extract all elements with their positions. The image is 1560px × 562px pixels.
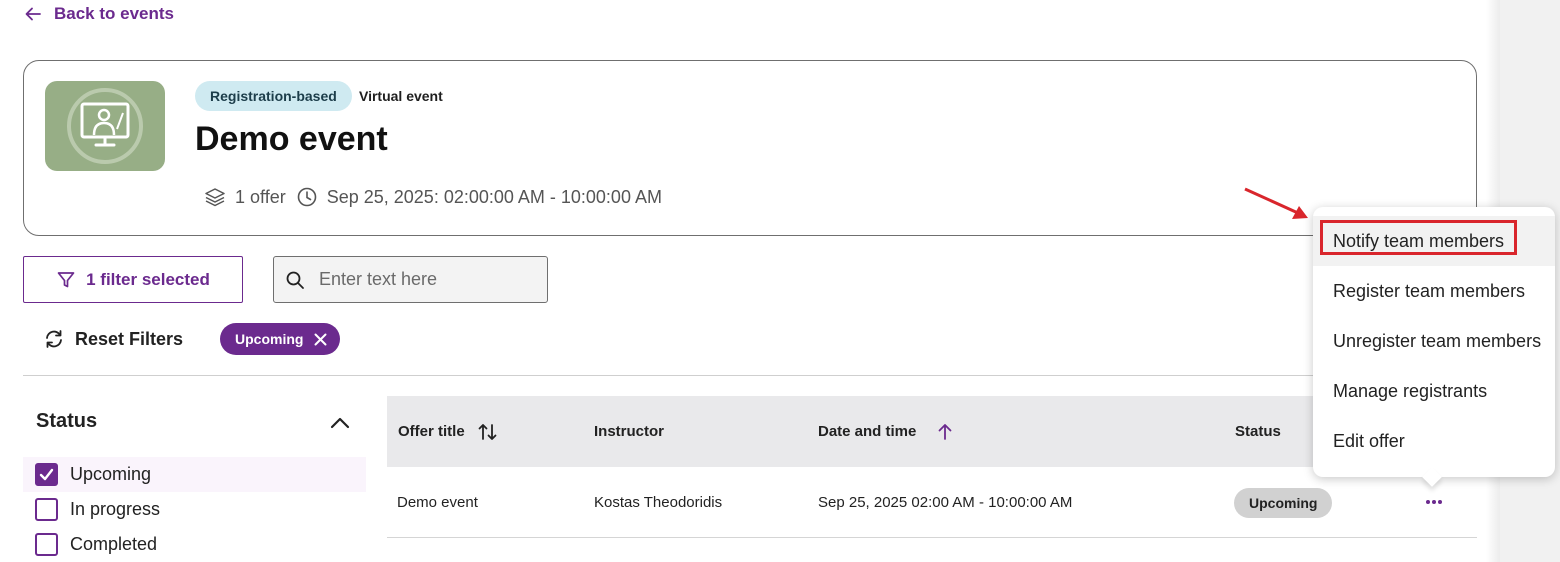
search-icon [286,271,304,289]
status-option-label: Upcoming [70,464,152,484]
status-option-label: Completed [70,534,158,554]
arrow-left-icon [25,7,41,21]
event-datetime: Sep 25, 2025: 02:00:00 AM - 10:00:00 AM [326,187,662,207]
cell-status: Upcoming [1234,467,1333,538]
row-actions-button[interactable] [1420,491,1448,513]
status-filter-heading: Status [36,410,98,432]
status-option-in-progress[interactable]: In progress [23,492,366,527]
menu-item-edit-offer[interactable]: Edit offer [1313,416,1555,466]
checkbox-completed[interactable] [35,533,58,556]
event-format-label: Virtual event [359,88,443,104]
search-box [273,256,548,303]
status-option-upcoming[interactable]: Upcoming [23,457,366,492]
menu-item-unregister-team-members[interactable]: Unregister team members [1313,316,1555,366]
table-row: Demo event Kostas Theodoridis Sep 25, 20… [387,467,1477,538]
checkbox-upcoming[interactable] [35,463,58,486]
column-instructor[interactable]: Instructor [594,396,664,467]
menu-item-manage-registrants[interactable]: Manage registrants [1313,366,1555,416]
search-input[interactable] [319,269,529,290]
status-option-label: In progress [70,499,161,519]
filters-divider [23,375,1477,376]
status-badge: Upcoming [1234,487,1333,518]
status-option-completed[interactable]: Completed [23,527,366,562]
event-title: Demo event [195,120,388,158]
more-horizontal-icon [1426,500,1442,504]
event-meta: 1 offer Sep 25, 2025: 02:00:00 AM - 10:0… [204,185,662,209]
column-date-time[interactable]: Date and time [818,396,956,467]
clock-icon [297,187,317,207]
cell-date-time: Sep 25, 2025 02:00 AM - 10:00:00 AM [818,494,1073,511]
active-filter-chip: Upcoming [220,323,341,355]
column-instructor-label: Instructor [594,423,665,440]
refresh-icon [46,330,62,348]
offer-count: 1 offer [235,187,286,207]
event-thumbnail [45,81,165,171]
filter-button-label: 1 filter selected [86,269,210,289]
back-link-label: Back to events [54,4,174,23]
cell-instructor: Kostas Theodoridis [594,494,723,511]
virtual-classroom-icon [67,88,143,164]
annotation-arrow [1244,187,1308,219]
column-status-label: Status [1235,423,1281,440]
reset-filters-label: Reset Filters [75,329,184,349]
reset-filters-button[interactable]: Reset Filters [43,326,183,352]
column-offer-title[interactable]: Offer title [398,396,499,467]
close-icon[interactable] [313,332,328,347]
menu-item-register-team-members[interactable]: Register team members [1313,266,1555,316]
back-to-events-link[interactable]: Back to events [24,4,174,24]
column-status[interactable]: Status [1235,396,1281,467]
row-actions-menu: Notify team members Register team member… [1313,207,1555,487]
column-offer-title-label: Offer title [398,423,465,440]
check-icon [39,468,54,481]
funnel-icon [57,271,75,287]
arrow-up-icon[interactable] [934,421,956,443]
menu-item-notify-team-members[interactable]: Notify team members [1313,216,1555,266]
checkbox-in-progress[interactable] [35,498,58,521]
sort-arrows-icon[interactable] [477,421,499,443]
chevron-up-icon[interactable] [329,414,351,432]
column-date-time-label: Date and time [818,423,917,440]
layers-icon [205,188,225,207]
filter-button[interactable]: 1 filter selected [23,256,243,303]
registration-type-badge: Registration-based [195,81,352,111]
active-filter-chip-label: Upcoming [235,331,304,347]
cell-offer-title: Demo event [397,494,478,511]
